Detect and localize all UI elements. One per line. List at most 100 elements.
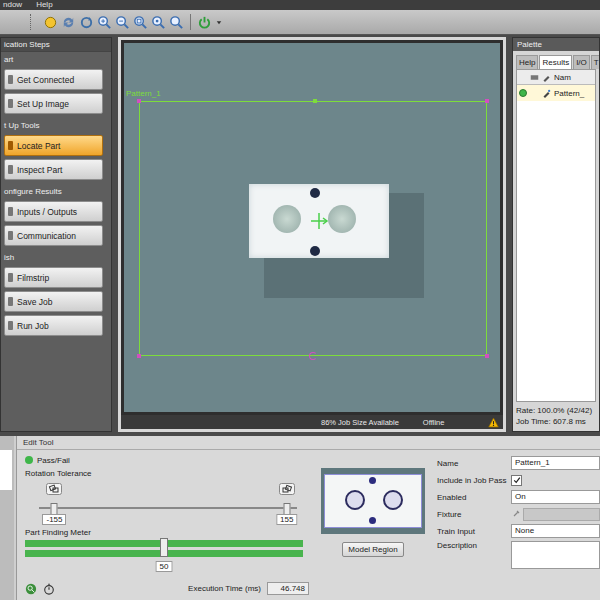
roi-handle[interactable] [137,354,141,358]
toolbar-separator [190,14,191,30]
menu-item[interactable]: Help [36,0,52,10]
dropdown[interactable]: On [511,490,600,504]
status-column-icon [519,73,527,81]
property-label: Include in Job Pass [437,476,509,485]
timer-icon[interactable] [43,583,55,595]
rotation-handle-icon[interactable] [309,352,317,360]
fixture-field[interactable] [511,508,600,521]
edit-tool-panel: Edit ToolPass/FailRotation Tolerance-155… [16,436,600,600]
slider-value[interactable]: -155 [42,514,66,525]
check-icon [513,476,521,484]
roi-handle[interactable] [485,354,489,358]
zoom-window-icon[interactable] [169,15,184,30]
zoom-in-icon[interactable] [97,15,112,30]
app-window: ndowHelpication StepsartGet ConnectedSet… [0,0,600,600]
status-dot [25,456,33,464]
step-icon [8,141,13,150]
slider-thumb[interactable] [160,538,168,557]
palette-tab[interactable]: T [591,55,599,69]
part-finding-meter: 50 [25,540,303,582]
palette-tab[interactable]: I/O [573,55,590,69]
step-button[interactable]: Get Connected [4,69,103,90]
search-region[interactable] [139,101,487,356]
roi-handle[interactable] [313,99,317,103]
part-dot [310,246,320,256]
rotation-slider: -155 155 [39,479,297,525]
job-time: Job Time: 607.8 ms [516,416,596,427]
warning-icon[interactable] [488,417,499,428]
connect-icon[interactable] [43,15,58,30]
sync-icon[interactable] [79,15,94,30]
rotate-ccw-handle-icon[interactable] [46,483,62,495]
zoom-icon[interactable] [25,583,37,595]
step-group: t Up ToolsLocate PartInspect Part [1,118,111,184]
step-button[interactable]: Filmstrip [4,267,103,288]
step-icon [8,321,13,330]
step-button[interactable]: Locate Part [4,135,103,156]
menu-bar: ndow Help [0,0,600,10]
description-field[interactable] [511,541,600,569]
pass-column-icon [530,73,539,82]
main-area: ication StepsartGet ConnectedSet Up Imag… [0,37,600,432]
power-icon[interactable] [197,15,212,30]
roi-label: Pattern_1 [126,89,161,98]
pin-icon[interactable] [511,509,521,519]
property-row: Description [437,541,600,569]
step-icon [8,273,13,282]
property-label: Train Input [437,527,509,536]
property-row: Train InputNone [437,524,600,538]
image-viewer: Pattern_186% Job Size AvailableOffline [118,37,506,432]
step-button[interactable]: Communication [4,225,103,246]
palette-footer: Rate: 100.0% (42/42)Job Time: 607.8 ms [513,402,599,431]
property-label: Enabled [437,493,509,502]
property-label: Name [437,459,509,468]
model-panel: Model Region [317,454,429,600]
panel-title: Edit Tool [17,436,600,450]
roi-handle[interactable] [485,99,489,103]
status-dot [519,89,527,97]
tool-column-icon [542,73,551,82]
step-icon [8,207,13,216]
roi-handle[interactable] [137,99,141,103]
toolbar-dropdown-icon[interactable] [216,15,222,29]
checkbox[interactable] [511,475,522,486]
side-panel [0,436,14,600]
part-hole [273,205,301,233]
dropdown[interactable]: None [511,524,600,538]
text-field[interactable]: Pattern_1 [511,456,600,470]
step-button[interactable]: Set Up Image [4,93,103,114]
execution-row: Execution Time (ms)46.748 [25,582,309,600]
step-button[interactable]: Save Job [4,291,103,312]
step-icon [8,297,13,306]
property-row: NamePattern_1 [437,456,600,470]
column-header[interactable]: Nam [554,73,571,82]
zoom-fit-icon[interactable] [133,15,148,30]
execution-time-label: Execution Time (ms) [188,584,261,593]
zoom-actual-icon[interactable] [151,15,166,30]
table-header: Nam [517,70,595,85]
menu-item[interactable]: ndow [3,0,22,10]
refresh-icon[interactable] [61,15,76,30]
palette-tab[interactable]: Help [516,55,538,69]
palette-tab[interactable]: Results [539,55,572,69]
part-hole [328,205,356,233]
step-button[interactable]: Inspect Part [4,159,103,180]
pattern-tool-icon [542,89,551,98]
model-region-button[interactable]: Model Region [342,542,403,557]
tool-properties: NamePattern_1Include in Job PassEnabledO… [437,454,600,600]
slider-value[interactable]: 50 [156,561,173,572]
step-group-label: onfigure Results [4,184,103,198]
step-button[interactable]: Run Job [4,315,103,336]
table-row[interactable]: Pattern_ [517,85,595,101]
rotate-cw-handle-icon[interactable] [279,483,295,495]
crosshair-icon [309,211,329,231]
tool-settings: Pass/FailRotation Tolerance-155155Part F… [25,454,309,600]
job-size: 86% Job Size Available [321,418,399,427]
image-canvas[interactable]: Pattern_1 [124,43,500,412]
zoom-out-icon[interactable] [115,15,130,30]
slider-label: Rotation Tolerance [25,466,309,479]
step-group: ishFilmstripSave JobRun Job [1,250,111,340]
step-button[interactable]: Inputs / Outputs [4,201,103,222]
slider-value[interactable]: 155 [276,514,297,525]
step-icon [8,99,13,108]
